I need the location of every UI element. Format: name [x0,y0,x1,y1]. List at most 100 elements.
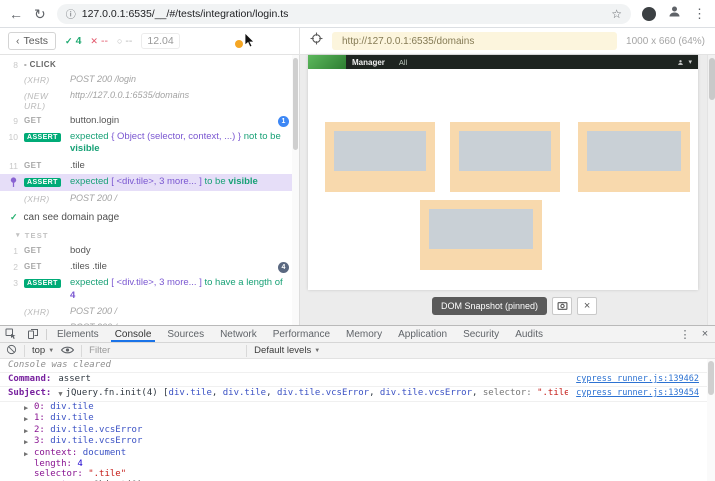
source-link[interactable]: cypress_runner.js:139454 [568,388,699,399]
object-property-row[interactable]: selector: ".tile" [0,469,715,479]
back-icon[interactable]: ← [9,7,23,21]
app-header-icons: ▾ [677,58,698,66]
tab-performance[interactable]: Performance [265,326,338,342]
event-text: POST 200 /login [70,74,289,86]
command-row-assert[interactable]: 3 ASSERT expected [ <div.tile>, 3 more..… [0,275,299,304]
address-bar[interactable]: ⓘ 127.0.0.1:6535/__/#/tests/integration/… [57,4,631,24]
tab-memory[interactable]: Memory [338,326,390,342]
tile[interactable] [450,122,560,192]
console-scrollbar[interactable] [707,359,715,481]
aut-url-bar[interactable]: http://127.0.0.1:6535/domains [332,32,617,50]
passed-check-icon: ✓ [65,36,73,47]
event-row-xhr[interactable]: (XHR) POST 200 /login [0,72,299,88]
console-toolbar: top ▼ Default levels ▼ [0,343,715,359]
tile-content [459,131,551,171]
command-row-assert-pinned[interactable]: ASSERT expected [ <div.tile>, 3 more... … [0,174,299,191]
snapshot-close-button[interactable]: × [577,297,597,315]
object-property-row[interactable]: ▶ 0: div.tile [0,402,715,413]
object-property-row[interactable]: length: 4 [0,459,715,469]
event-row-xhr[interactable]: (XHR) POST 200 / [0,191,299,207]
object-property-row[interactable]: ▶ 1: div.tile [0,413,715,424]
event-label: (XHR) [24,306,70,317]
command-number: 1 [0,245,24,256]
tab-security[interactable]: Security [455,326,507,342]
pin-icon[interactable] [0,176,24,189]
expand-arrow-icon[interactable]: ▶ [24,425,34,436]
command-row-get[interactable]: 2 GET .tiles .tile 4 [0,259,299,275]
tab-audits[interactable]: Audits [507,326,551,342]
event-text: POST 200 / [70,193,289,205]
tab-network[interactable]: Network [212,326,265,342]
console-filter-input[interactable] [89,345,239,356]
expand-arrow-icon[interactable]: ▶ [24,448,34,459]
assert-message: expected { Object (selector, context, ..… [70,131,289,156]
pending-count: ○ -- [117,35,132,47]
expand-arrow-icon[interactable]: ▶ [24,413,34,424]
browser-menu-icon[interactable]: ⋮ [693,6,706,22]
scrollbar-thumb[interactable] [708,361,714,395]
pending-circle-icon: ○ [117,36,122,46]
inspect-element-icon[interactable] [0,326,22,342]
device-toolbar-icon[interactable] [22,326,44,342]
mouse-cursor [235,33,255,48]
command-row-assert[interactable]: 10 ASSERT expected { Object (selector, c… [0,129,299,158]
bookmark-star-icon[interactable]: ☆ [611,7,622,21]
tile[interactable] [325,122,435,192]
command-subject: button.login [70,115,278,127]
object-property-row[interactable]: ▶ context: document [0,448,715,459]
tab-elements[interactable]: Elements [49,326,107,342]
divider [81,345,82,357]
command-row-get[interactable]: 11 GET .tile [0,158,299,174]
expand-arrow-icon[interactable]: ▶ [24,402,34,413]
app-user-icon[interactable] [677,59,684,66]
tab-application[interactable]: Application [390,326,455,342]
app-nav-tab[interactable]: All [399,58,407,67]
page-scrollbar[interactable] [707,55,715,325]
profile-icon[interactable] [667,4,682,24]
click-indicator-dot [235,40,243,48]
collapse-arrow-icon[interactable]: ▼ [58,388,62,400]
tab-sources[interactable]: Sources [159,326,212,342]
assert-badge: ASSERT [24,133,61,142]
command-number [0,90,24,91]
event-row-xhr[interactable]: (XHR) POST 200 / [0,304,299,320]
event-label: (XHR) [24,193,70,204]
console-message-subject: Subject: ▼ jQuery.fn.init(4) [div.tile, … [0,387,715,402]
object-property-row[interactable]: ▶ 2: div.tile.vcsError [0,425,715,436]
live-expression-eye-icon[interactable] [61,342,74,360]
command-subject: .tile [70,160,289,172]
log-levels-select[interactable]: Default levels ▼ [254,345,320,356]
tests-button[interactable]: ‹ Tests [8,32,56,50]
scrollbar-thumb[interactable] [709,58,715,100]
command-row-get[interactable]: 9 GET button.login 1 [0,113,299,129]
snapshot-toggle-button[interactable] [552,297,572,315]
command-row-click[interactable]: 8 - CLICK [0,57,299,72]
devtools-menu-icon[interactable]: ⋮ [675,326,695,342]
test-section-header[interactable]: ▾ TEST [0,227,299,243]
page-info-icon[interactable]: ⓘ [66,6,76,21]
event-label: (NEW URL) [24,90,70,111]
event-row-new-url[interactable]: (NEW URL) http://127.0.0.1:6535/domains [0,88,299,113]
tab-console[interactable]: Console [107,326,160,342]
chevron-down-icon: ▼ [314,348,320,354]
reload-icon[interactable]: ↻ [34,7,46,21]
object-preview[interactable]: jQuery.fn.init(4) [div.tile, div.tile, d… [66,388,569,399]
selector-playground-icon[interactable] [310,32,323,50]
frame-context-select[interactable]: top ▼ [32,345,54,356]
object-property-row[interactable]: ▶ 3: div.tile.vcsError [0,436,715,447]
test-title-text: can see domain page [24,212,120,223]
tile[interactable] [578,122,690,192]
clear-console-icon[interactable] [6,342,17,360]
devtools-close-icon[interactable]: × [695,326,715,342]
app-caret-icon[interactable]: ▾ [688,58,692,66]
command-row-get[interactable]: 1 GET body [0,243,299,259]
scrollbar-thumb[interactable] [293,58,298,150]
test-result[interactable]: ✓ can see domain page [0,207,299,227]
command-log-scrollbar[interactable] [292,55,299,325]
tile[interactable] [420,200,542,270]
source-link[interactable]: cypress_runner.js:139462 [568,374,699,385]
extension-icon[interactable] [642,7,656,21]
console-message-command: Command: assert cypress_runner.js:139462 [0,373,715,387]
spacer [551,326,675,342]
expand-arrow-icon[interactable]: ▶ [24,436,34,447]
